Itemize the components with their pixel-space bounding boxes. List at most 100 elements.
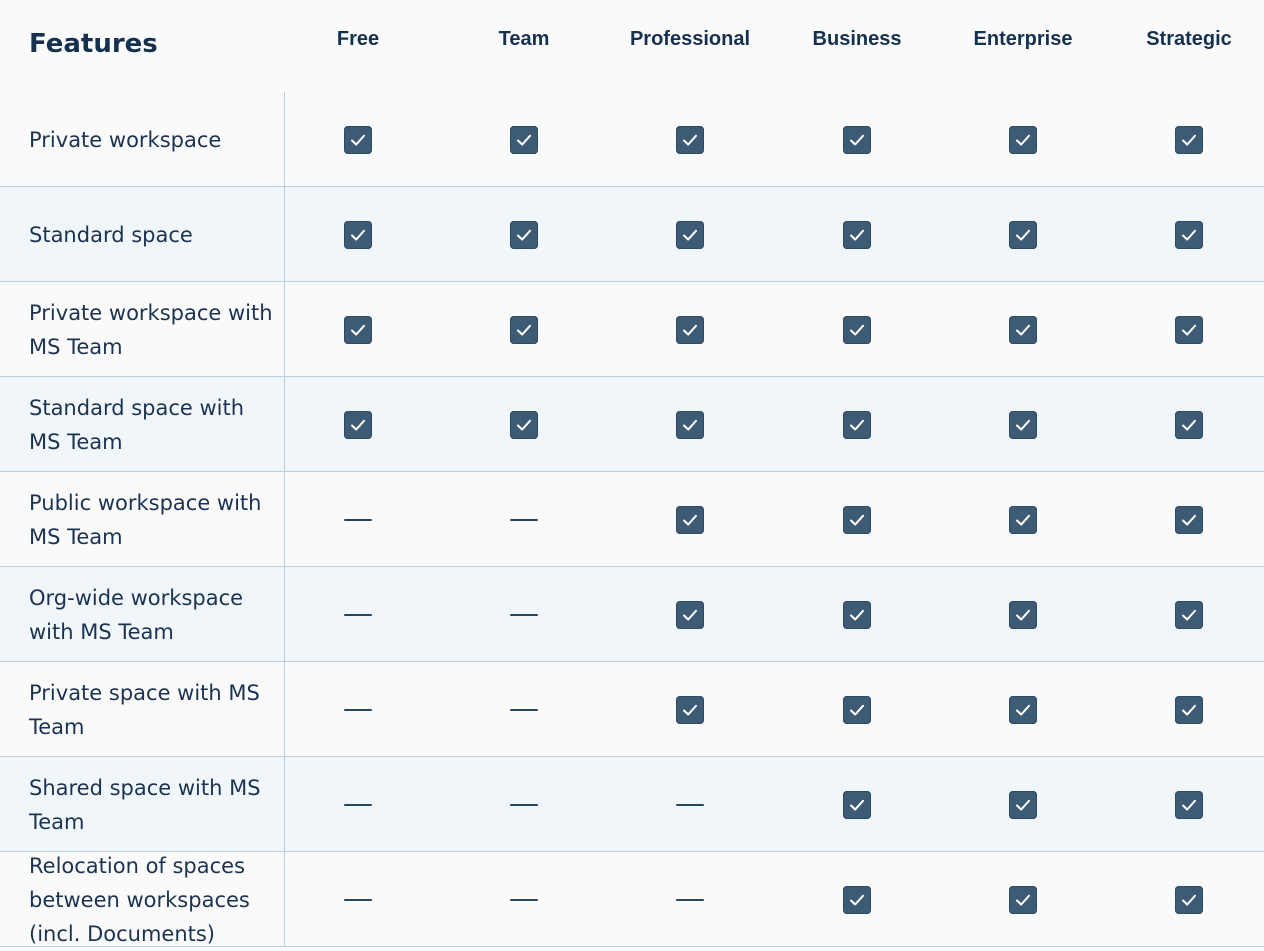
checkbox-checked-icon bbox=[1175, 600, 1203, 629]
feature-cell bbox=[1169, 282, 1209, 377]
feature-label: Private space with MS Team bbox=[29, 680, 260, 739]
features-heading: Features bbox=[29, 29, 158, 59]
dash-icon bbox=[510, 613, 538, 616]
feature-label: Public workspace with MS Team bbox=[29, 490, 262, 549]
dash-icon bbox=[510, 803, 538, 806]
checkbox-checked-icon bbox=[1009, 505, 1037, 534]
feature-label: Shared space with MS Team bbox=[29, 775, 261, 834]
dash-icon bbox=[510, 518, 538, 521]
checkbox-checked-icon bbox=[1175, 410, 1203, 439]
plan-header-enterprise: Enterprise bbox=[973, 28, 1073, 50]
feature-label: Standard space with MS Team bbox=[29, 395, 245, 454]
feature-cell bbox=[504, 852, 544, 947]
feature-cell bbox=[670, 472, 710, 567]
checkbox-checked-icon bbox=[510, 125, 538, 154]
feature-cell bbox=[338, 472, 378, 567]
feature-label: Private workspace with MS Team bbox=[29, 300, 273, 359]
feature-label: Private workspace bbox=[29, 127, 222, 152]
checkbox-checked-icon bbox=[676, 125, 704, 154]
checkbox-checked-icon bbox=[676, 315, 704, 344]
feature-cell bbox=[1169, 852, 1209, 947]
dash-icon bbox=[510, 898, 538, 901]
checkbox-checked-icon bbox=[676, 220, 704, 249]
checkbox-checked-icon bbox=[1009, 315, 1037, 344]
feature-cell bbox=[1169, 92, 1209, 187]
feature-cell bbox=[338, 377, 378, 472]
plan-header-business: Business bbox=[812, 28, 902, 50]
checkbox-checked-icon bbox=[344, 220, 372, 249]
feature-cell bbox=[1169, 567, 1209, 662]
checkbox-checked-icon bbox=[1009, 790, 1037, 819]
feature-cell bbox=[1169, 377, 1209, 472]
feature-cell bbox=[1003, 757, 1043, 852]
checkbox-checked-icon bbox=[510, 410, 538, 439]
plan-header-free: Free bbox=[336, 28, 380, 50]
checkbox-checked-icon bbox=[843, 885, 871, 914]
feature-label: Standard space bbox=[29, 222, 193, 247]
feature-cell bbox=[1169, 757, 1209, 852]
feature-cell bbox=[1003, 662, 1043, 757]
checkbox-checked-icon bbox=[1175, 695, 1203, 724]
feature-cell bbox=[670, 852, 710, 947]
dash-icon bbox=[344, 613, 372, 616]
dash-icon bbox=[344, 803, 372, 806]
checkbox-checked-icon bbox=[1175, 790, 1203, 819]
checkbox-checked-icon bbox=[1009, 600, 1037, 629]
feature-cell bbox=[670, 282, 710, 377]
dash-icon bbox=[676, 803, 704, 806]
feature-cell bbox=[504, 187, 544, 282]
feature-cell bbox=[1003, 377, 1043, 472]
feature-cell bbox=[1169, 662, 1209, 757]
feature-cell bbox=[338, 757, 378, 852]
checkbox-checked-icon bbox=[676, 505, 704, 534]
checkbox-checked-icon bbox=[510, 220, 538, 249]
checkbox-checked-icon bbox=[676, 410, 704, 439]
feature-cell bbox=[504, 282, 544, 377]
checkbox-checked-icon bbox=[1175, 885, 1203, 914]
column-divider bbox=[284, 92, 285, 947]
feature-row: Relocation of spaces between workspaces … bbox=[0, 852, 1264, 947]
dash-icon bbox=[510, 708, 538, 711]
feature-cell bbox=[670, 567, 710, 662]
feature-cell bbox=[338, 567, 378, 662]
checkbox-checked-icon bbox=[510, 315, 538, 344]
feature-cell bbox=[1169, 472, 1209, 567]
checkbox-checked-icon bbox=[843, 315, 871, 344]
feature-cell bbox=[837, 282, 877, 377]
plan-header-professional: Professional bbox=[629, 28, 751, 50]
checkbox-checked-icon bbox=[1009, 125, 1037, 154]
checkbox-checked-icon bbox=[1009, 410, 1037, 439]
feature-cell bbox=[504, 92, 544, 187]
feature-cell bbox=[1003, 92, 1043, 187]
checkbox-checked-icon bbox=[843, 505, 871, 534]
checkbox-checked-icon bbox=[1175, 220, 1203, 249]
feature-cell bbox=[504, 662, 544, 757]
feature-row: Public workspace with MS Team bbox=[0, 472, 1264, 567]
feature-cell bbox=[837, 757, 877, 852]
feature-cell bbox=[837, 852, 877, 947]
feature-row: Standard space with MS Team bbox=[0, 377, 1264, 472]
feature-row: Private workspace with MS Team bbox=[0, 282, 1264, 377]
feature-row: Shared space with MS Team bbox=[0, 757, 1264, 852]
feature-cell bbox=[1169, 187, 1209, 282]
feature-cell bbox=[670, 377, 710, 472]
dash-icon bbox=[344, 518, 372, 521]
checkbox-checked-icon bbox=[843, 600, 871, 629]
plan-header-team: Team bbox=[498, 28, 550, 50]
checkbox-checked-icon bbox=[1175, 125, 1203, 154]
checkbox-checked-icon bbox=[843, 410, 871, 439]
feature-row: Org-wide workspace with MS Team bbox=[0, 567, 1264, 662]
feature-cell bbox=[338, 852, 378, 947]
feature-cell bbox=[837, 92, 877, 187]
feature-cell bbox=[504, 377, 544, 472]
feature-label: Relocation of spaces between workspaces … bbox=[29, 853, 250, 946]
feature-cell bbox=[837, 377, 877, 472]
feature-cell bbox=[670, 187, 710, 282]
table-header: Features Free Team Professional Business… bbox=[0, 0, 1264, 92]
feature-cell bbox=[338, 92, 378, 187]
feature-cell bbox=[504, 472, 544, 567]
feature-cell bbox=[1003, 282, 1043, 377]
checkbox-checked-icon bbox=[843, 125, 871, 154]
feature-row: Standard space bbox=[0, 187, 1264, 282]
checkbox-checked-icon bbox=[676, 695, 704, 724]
